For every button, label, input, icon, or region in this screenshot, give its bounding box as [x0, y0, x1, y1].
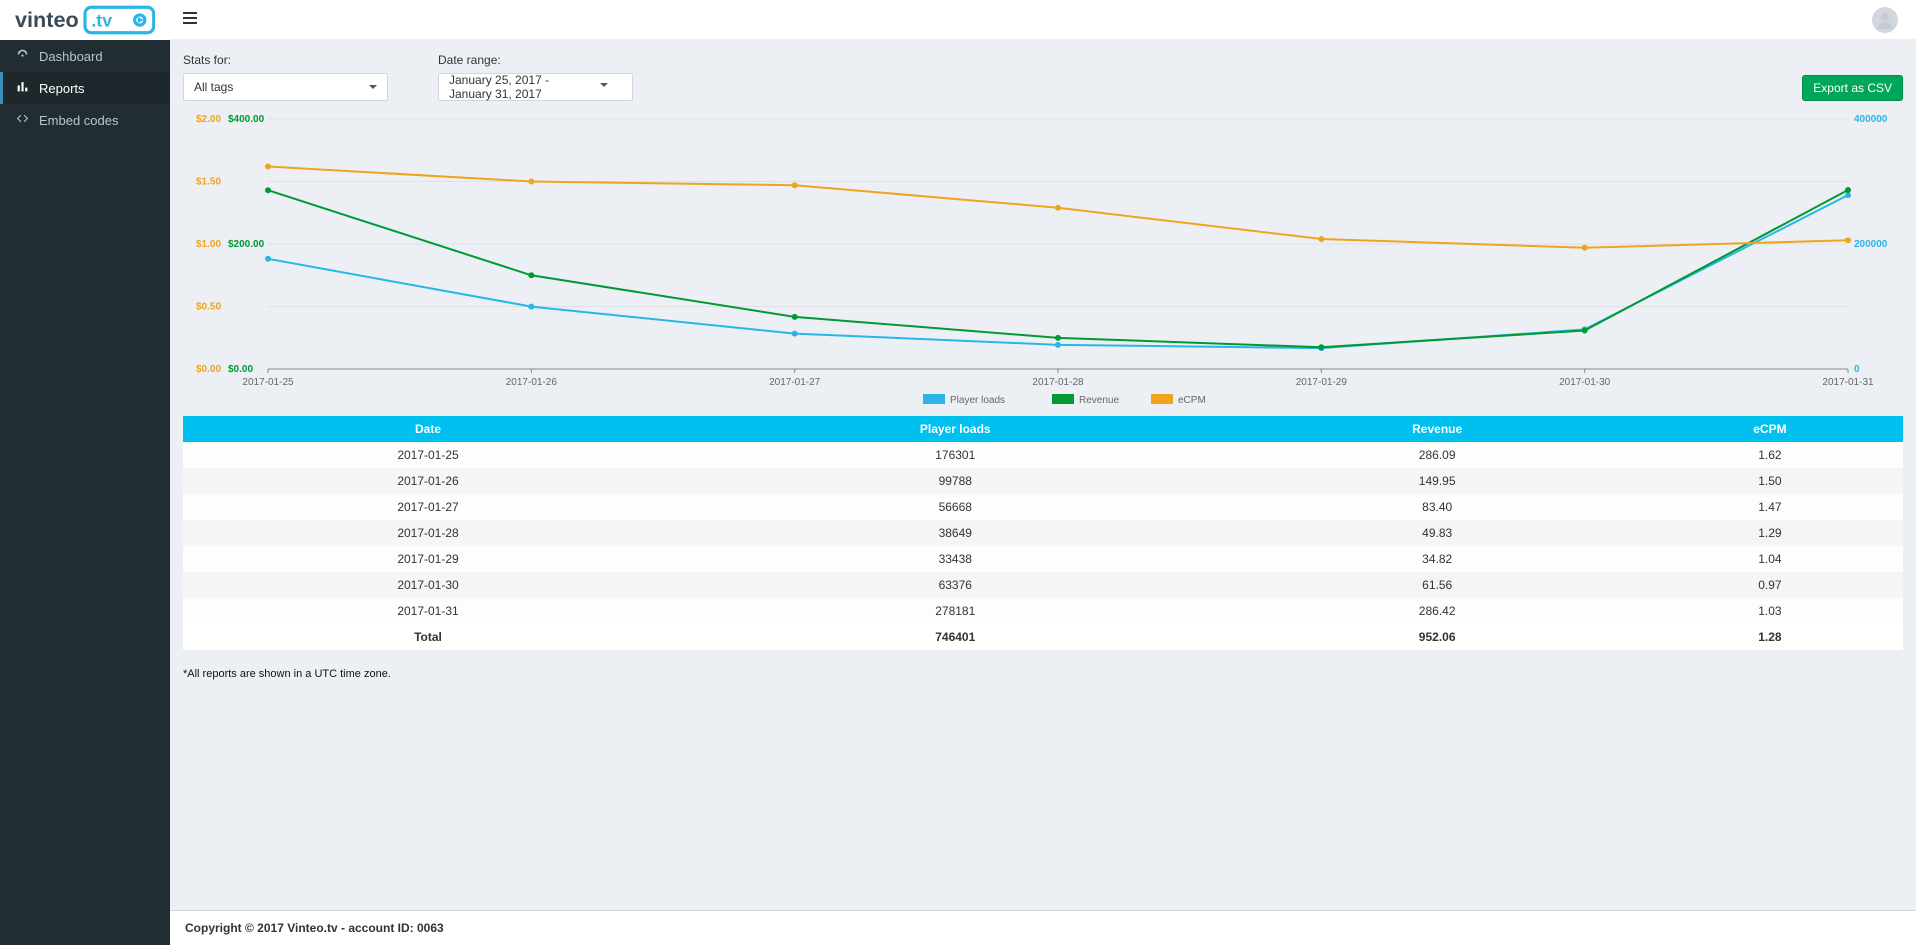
table-header: Player loads — [673, 416, 1237, 442]
svg-text:2017-01-29: 2017-01-29 — [1296, 377, 1348, 388]
date-range-value: January 25, 2017 - January 31, 2017 — [449, 73, 594, 101]
svg-text:2017-01-31: 2017-01-31 — [1822, 377, 1874, 388]
table-cell: 99788 — [673, 468, 1237, 494]
table-cell: 56668 — [673, 494, 1237, 520]
table-cell: 34.82 — [1237, 546, 1636, 572]
sidebar-item-label: Reports — [39, 81, 85, 96]
svg-text:$400.00: $400.00 — [228, 114, 265, 125]
table-cell: 286.42 — [1237, 598, 1636, 624]
svg-text:eCPM: eCPM — [1178, 395, 1206, 406]
svg-text:$200.00: $200.00 — [228, 239, 265, 250]
table-cell: 49.83 — [1237, 520, 1636, 546]
sidebar-item-label: Embed codes — [39, 113, 119, 128]
table-cell: 149.95 — [1237, 468, 1636, 494]
table-cell: 0.97 — [1637, 572, 1903, 598]
table-cell: 2017-01-25 — [183, 442, 673, 468]
table-cell: 1.03 — [1637, 598, 1903, 624]
timezone-note: *All reports are shown in a UTC time zon… — [183, 668, 1903, 680]
table-cell: 1.04 — [1637, 546, 1903, 572]
table-cell: Total — [183, 624, 673, 650]
svg-text:$1.00: $1.00 — [196, 239, 221, 250]
svg-text:vinteo: vinteo — [15, 7, 79, 32]
export-csv-button[interactable]: Export as CSV — [1802, 75, 1903, 101]
table-cell: 2017-01-27 — [183, 494, 673, 520]
code-icon — [15, 112, 29, 128]
table-cell: 1.29 — [1637, 520, 1903, 546]
svg-text:$2.00: $2.00 — [196, 114, 221, 125]
table-cell: 746401 — [673, 624, 1237, 650]
table-row: 2017-01-2699788149.951.50 — [183, 468, 1903, 494]
svg-text:0: 0 — [1854, 364, 1860, 375]
table-cell: 1.47 — [1637, 494, 1903, 520]
menu-toggle[interactable] — [170, 11, 210, 28]
stats-for-select[interactable]: All tags — [183, 73, 388, 101]
table-cell: 1.50 — [1637, 468, 1903, 494]
table-row: 2017-01-283864949.831.29 — [183, 520, 1903, 546]
sidebar-item-reports[interactable]: Reports — [0, 72, 170, 104]
table-cell: 2017-01-26 — [183, 468, 673, 494]
sidebar-item-embed-codes[interactable]: Embed codes — [0, 104, 170, 136]
table-header: eCPM — [1637, 416, 1903, 442]
table-cell: 1.28 — [1637, 624, 1903, 650]
top-bar: vinteo .tv — [0, 0, 1916, 40]
table-cell: 38649 — [673, 520, 1237, 546]
table-cell: 61.56 — [1237, 572, 1636, 598]
sidebar-item-dashboard[interactable]: Dashboard — [0, 40, 170, 72]
user-avatar[interactable] — [1872, 7, 1898, 33]
sidebar: Dashboard Reports Embed codes — [0, 40, 170, 945]
chart-icon — [15, 80, 29, 96]
stats-for-label: Stats for: — [183, 53, 388, 67]
report-table: DatePlayer loadsRevenueeCPM 2017-01-2517… — [183, 416, 1903, 650]
table-cell: 33438 — [673, 546, 1237, 572]
stats-for-value: All tags — [194, 80, 233, 94]
table-cell: 2017-01-31 — [183, 598, 673, 624]
table-cell: 2017-01-30 — [183, 572, 673, 598]
svg-text:2017-01-26: 2017-01-26 — [506, 377, 558, 388]
table-cell: 278181 — [673, 598, 1237, 624]
sidebar-item-label: Dashboard — [39, 49, 103, 64]
date-range-label: Date range: — [438, 53, 633, 67]
svg-text:$0.00: $0.00 — [196, 364, 221, 375]
table-row: 2017-01-293343834.821.04 — [183, 546, 1903, 572]
footer: Copyright © 2017 Vinteo.tv - account ID:… — [170, 910, 1916, 945]
svg-text:$1.50: $1.50 — [196, 177, 221, 188]
report-chart: $0.00 $0.50 $1.00 $1.50 $2.00 $0.00 $200.00 $40… — [183, 109, 1903, 412]
svg-text:400000: 400000 — [1854, 114, 1888, 125]
table-total-row: Total746401952.061.28 — [183, 624, 1903, 650]
table-cell: 1.62 — [1637, 442, 1903, 468]
table-cell: 952.06 — [1237, 624, 1636, 650]
table-row: 2017-01-31278181286.421.03 — [183, 598, 1903, 624]
svg-text:.tv: .tv — [91, 10, 112, 30]
table-cell: 2017-01-28 — [183, 520, 673, 546]
svg-text:2017-01-30: 2017-01-30 — [1559, 377, 1611, 388]
chevron-down-icon — [600, 83, 608, 91]
svg-text:2017-01-28: 2017-01-28 — [1032, 377, 1084, 388]
svg-text:$0.50: $0.50 — [196, 302, 221, 313]
svg-text:$0.00: $0.00 — [228, 364, 253, 375]
svg-text:Player loads: Player loads — [950, 395, 1005, 406]
svg-text:2017-01-27: 2017-01-27 — [769, 377, 821, 388]
table-cell: 176301 — [673, 442, 1237, 468]
table-cell: 2017-01-29 — [183, 546, 673, 572]
table-row: 2017-01-275666883.401.47 — [183, 494, 1903, 520]
date-range-picker[interactable]: January 25, 2017 - January 31, 2017 — [438, 73, 633, 101]
svg-text:2017-01-25: 2017-01-25 — [242, 377, 294, 388]
table-row: 2017-01-306337661.560.97 — [183, 572, 1903, 598]
footer-text: Copyright © 2017 Vinteo.tv - account ID:… — [185, 921, 444, 935]
svg-text:200000: 200000 — [1854, 239, 1888, 250]
table-header: Date — [183, 416, 673, 442]
dashboard-icon — [15, 48, 29, 64]
table-cell: 83.40 — [1237, 494, 1636, 520]
table-cell: 63376 — [673, 572, 1237, 598]
filters-row: Stats for: All tags Date range: January … — [183, 53, 1903, 101]
table-cell: 286.09 — [1237, 442, 1636, 468]
table-header: Revenue — [1237, 416, 1636, 442]
svg-text:Revenue: Revenue — [1079, 395, 1119, 406]
table-row: 2017-01-25176301286.091.62 — [183, 442, 1903, 468]
brand-logo[interactable]: vinteo .tv — [0, 0, 170, 40]
